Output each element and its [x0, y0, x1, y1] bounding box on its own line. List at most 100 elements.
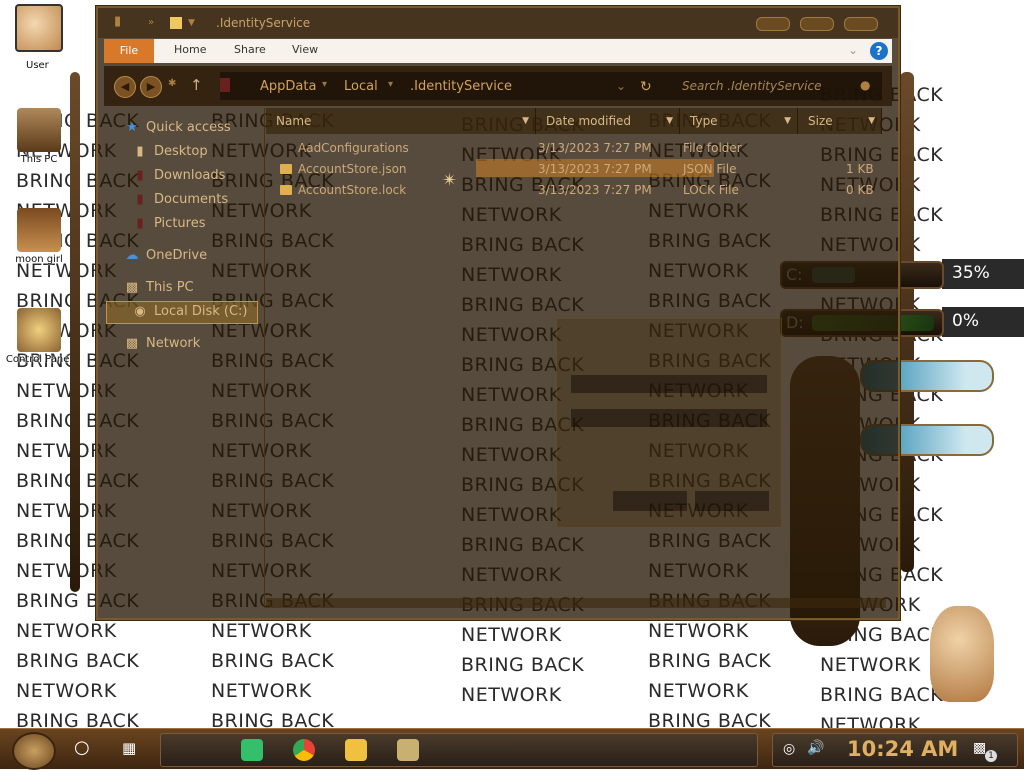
taskbar: ○ ▦ ◎ 🔊 10:24 AM ▩ 1	[0, 728, 1024, 770]
wallpaper-text: NETWORK	[461, 624, 562, 646]
breadcrumb-separator-icon[interactable]: ▾	[322, 79, 327, 90]
nav-network[interactable]: ▩ Network	[124, 336, 200, 351]
ghost-field	[571, 409, 767, 427]
window-title: .IdentityService	[216, 16, 311, 30]
nav-desktop[interactable]: ▮ Desktop	[132, 144, 208, 159]
wallpaper-text: NETWORK	[16, 620, 117, 642]
tab-home[interactable]: Home	[174, 43, 206, 56]
globe-icon[interactable]: ◎	[783, 741, 795, 757]
address-bar-area: ◀ ▶ ✱ ↑ AppData ▾ Local ▾ .IdentityServi…	[104, 66, 892, 106]
breadcrumb-separator-icon[interactable]: ▾	[388, 79, 393, 90]
minimize-button[interactable]	[756, 17, 790, 31]
file-name: AadConfigurations	[298, 141, 409, 155]
table-row[interactable]: AadConfigurations 3/13/2023 7:27 PM File…	[266, 138, 886, 159]
wallpaper-text: NETWORK	[211, 620, 312, 642]
chevron-down-icon[interactable]: ⌄	[616, 79, 626, 93]
title-bar[interactable]: ▮ » ▼ .IdentityService	[98, 8, 898, 38]
wallpaper-text: BRING BACK	[648, 650, 772, 672]
breadcrumb-local[interactable]: Local	[344, 79, 378, 94]
refresh-icon[interactable]: ↻	[640, 79, 652, 95]
nav-label: Network	[146, 336, 201, 351]
nav-label: Local Disk (C:)	[154, 304, 248, 319]
system-tray: ◎ 🔊 10:24 AM ▩ 1	[772, 733, 1018, 767]
table-row[interactable]: AccountStore.json 3/13/2023 7:27 PM JSON…	[266, 159, 886, 180]
back-button[interactable]: ◀	[114, 76, 136, 98]
network-icon: ▩	[125, 336, 139, 351]
breadcrumb-identityservice[interactable]: .IdentityService	[410, 79, 512, 94]
table-row[interactable]: AccountStore.lock 3/13/2023 7:27 PM LOCK…	[266, 180, 886, 201]
search-icon[interactable]: ●	[860, 78, 870, 92]
tab-view[interactable]: View	[292, 43, 318, 56]
nav-local-disk[interactable]: ◉ Local Disk (C:)	[132, 304, 247, 319]
column-label: Type	[690, 114, 718, 128]
file-explorer-window[interactable]: ▮ » ▼ .IdentityService File Home Share V…	[96, 6, 900, 620]
navigation-pane: ★ Quick access ▮ Desktop ▮ Downloads ▮ Docum…	[104, 108, 264, 608]
up-arrow-icon[interactable]: ↑	[190, 76, 203, 94]
chevron-down-icon[interactable]: ▼	[666, 108, 673, 134]
save-icon[interactable]: ▮	[114, 14, 121, 29]
column-header-type[interactable]: Type ▼	[680, 108, 798, 134]
tab-file[interactable]: File	[104, 39, 154, 63]
nav-label: Desktop	[154, 144, 208, 159]
start-button[interactable]	[12, 732, 56, 770]
chevron-down-icon[interactable]: ▼	[784, 108, 791, 134]
help-button[interactable]: ?	[870, 42, 888, 60]
chevron-down-icon[interactable]: ▼	[522, 108, 529, 134]
breadcrumb-appdata[interactable]: AppData	[260, 79, 316, 94]
nav-this-pc[interactable]: ▩ This PC	[124, 280, 194, 295]
desktop-icon-control-panel[interactable]: Control Panel	[4, 308, 74, 365]
file-type: JSON File	[683, 162, 737, 176]
horizontal-scrollbar[interactable]	[266, 598, 886, 608]
task-view-icon[interactable]: ▦	[122, 739, 136, 757]
drive-icon: ◉	[134, 304, 146, 319]
file-type: LOCK File	[683, 183, 739, 197]
file-explorer-icon[interactable]	[345, 739, 367, 761]
desktop-icon-this-pc[interactable]: This PC	[4, 108, 74, 165]
clock[interactable]: 10:24 AM	[847, 737, 958, 761]
star-icon: ★	[126, 120, 138, 135]
nav-pictures[interactable]: ▮ Pictures	[132, 216, 205, 231]
desktop-icon-user[interactable]: User	[4, 4, 74, 71]
background-dialog-ghost	[556, 318, 782, 528]
file-icon	[280, 185, 292, 195]
cloud-icon: ☁	[125, 248, 139, 263]
column-header-name[interactable]: Name ▼	[266, 108, 536, 134]
taskbar-apps	[160, 733, 758, 767]
tab-share[interactable]: Share	[234, 43, 266, 56]
nav-quick-access[interactable]: ★ Quick access	[124, 120, 231, 135]
cursor-icon: ✴	[442, 170, 458, 191]
column-header-size[interactable]: Size ▼	[798, 108, 882, 134]
search-input[interactable]: Search .IdentityService ●	[670, 72, 882, 100]
desktop-icon-label: moon girl	[15, 254, 63, 265]
desktop-icon-moon-girl[interactable]: moon girl	[4, 208, 74, 265]
forward-button[interactable]: ▶	[140, 76, 162, 98]
search-circle-icon[interactable]: ○	[74, 737, 90, 758]
address-input[interactable]: AppData ▾ Local ▾ .IdentityService ⌄ ↻	[220, 72, 670, 100]
chat-app-icon[interactable]	[241, 739, 263, 761]
chevron-down-icon[interactable]: ▼	[188, 18, 195, 28]
ribbon: File Home Share View ⌄ ?	[104, 39, 892, 63]
file-name-cell: AadConfigurations	[280, 141, 409, 155]
chrome-icon[interactable]	[293, 739, 315, 761]
column-header-date[interactable]: Date modified ▼	[536, 108, 680, 134]
chevron-down-icon[interactable]: ▼	[868, 108, 875, 134]
recent-locations-icon[interactable]: ✱	[168, 78, 176, 89]
wallpaper-text: BRING BACK	[820, 684, 944, 706]
nav-label: OneDrive	[146, 248, 208, 263]
notification-count-badge: 1	[985, 750, 997, 762]
nav-downloads[interactable]: ▮ Downloads	[132, 168, 225, 183]
desktop-icon: ▮	[136, 144, 144, 159]
wallpaper-text: NETWORK	[820, 654, 921, 676]
nav-documents[interactable]: ▮ Documents	[132, 192, 228, 207]
maximize-button[interactable]	[800, 17, 834, 31]
volume-icon[interactable]: 🔊	[807, 740, 824, 756]
pane-splitter[interactable]	[264, 108, 265, 608]
image-icon	[17, 208, 61, 252]
nav-label: Pictures	[154, 216, 206, 231]
ghost-button	[695, 491, 769, 511]
chevron-down-icon[interactable]: ⌄	[848, 43, 858, 57]
close-button[interactable]	[844, 17, 878, 31]
wallpaper-text: NETWORK	[211, 680, 312, 702]
app-icon[interactable]	[397, 739, 419, 761]
nav-onedrive[interactable]: ☁ OneDrive	[124, 248, 208, 263]
